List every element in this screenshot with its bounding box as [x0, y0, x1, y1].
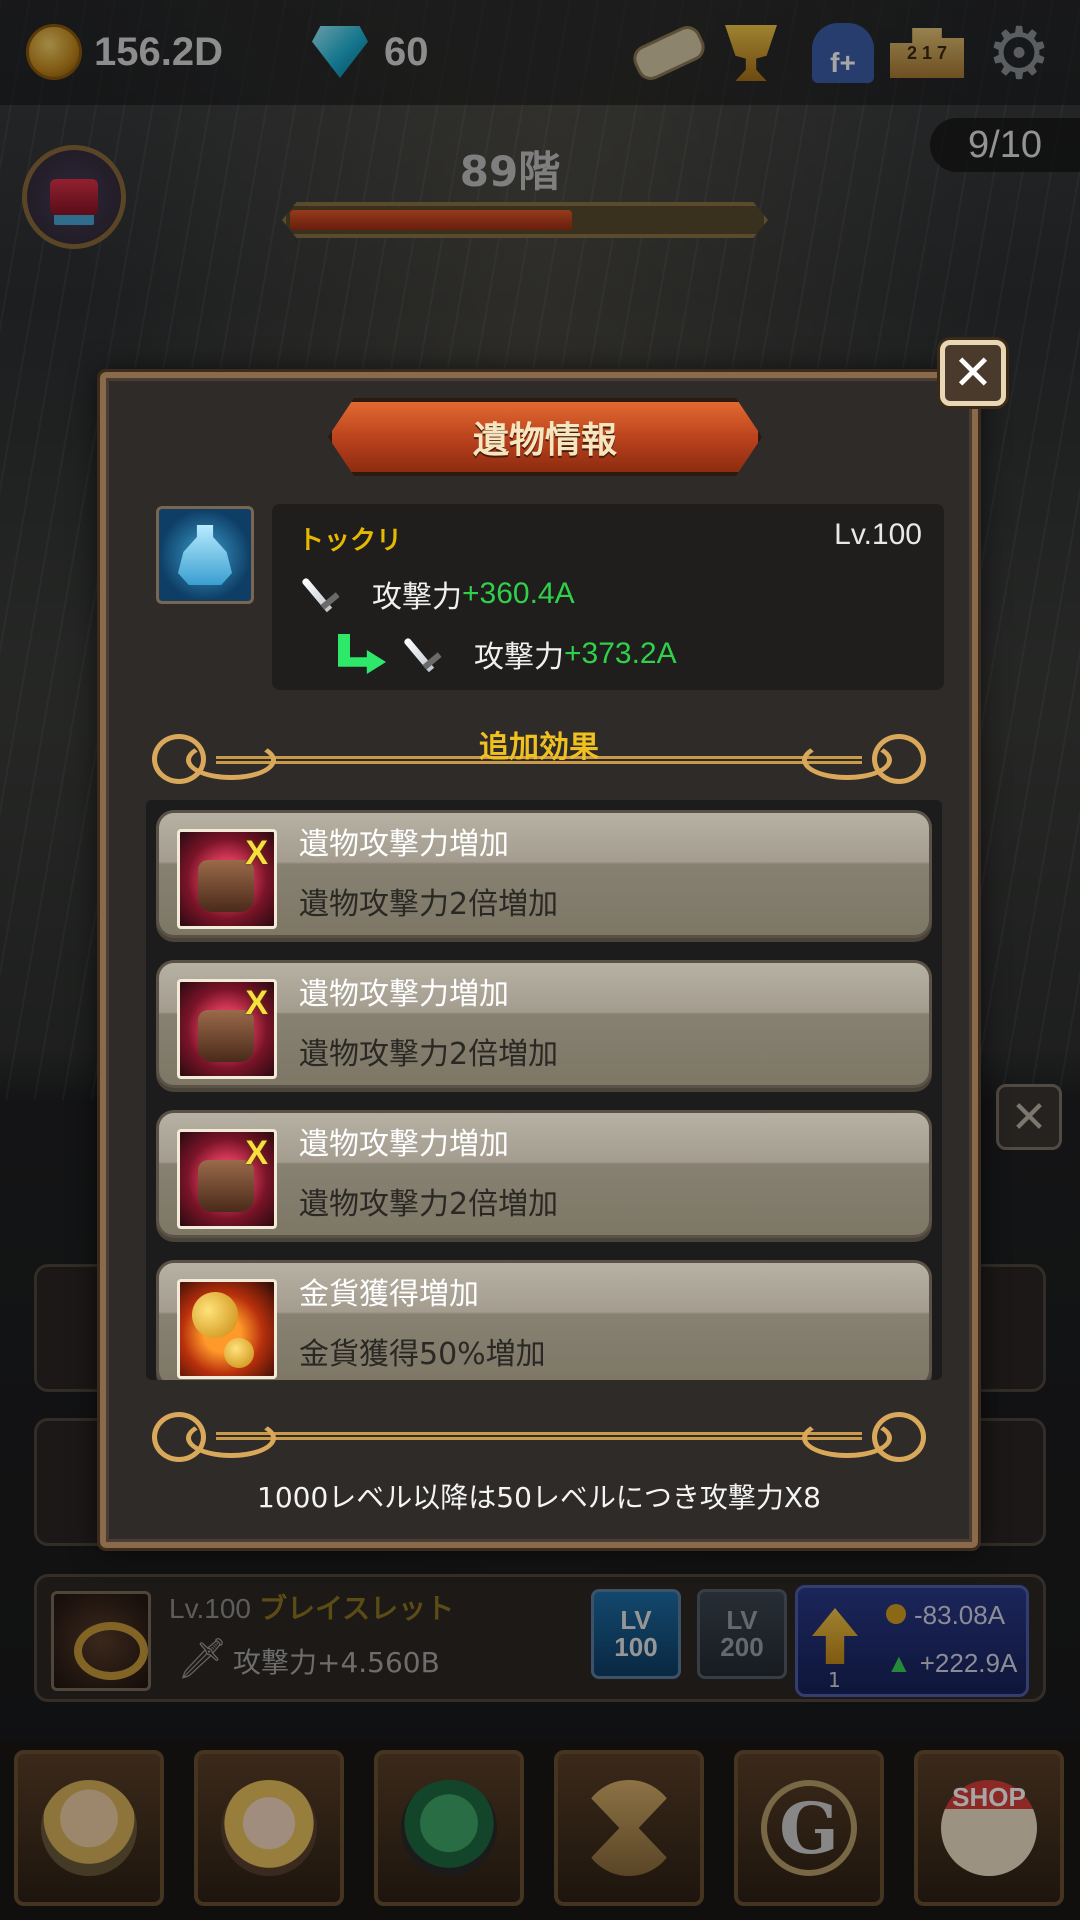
fist-icon — [177, 829, 277, 929]
effect-title: 遺物攻撃力増加 — [299, 1127, 509, 1162]
flourish-ornament-icon — [126, 1404, 286, 1462]
effect-card: 遺物攻撃力増加 遺物攻撃力2倍増加 — [156, 960, 932, 1088]
effect-title: 金貨獲得増加 — [299, 1277, 479, 1312]
section-title: 追加効果 — [479, 730, 599, 765]
fist-icon — [177, 979, 277, 1079]
current-stat-value: +360.4A — [462, 577, 575, 610]
effect-card: 金貨獲得増加 金貨獲得50%増加 — [156, 1260, 932, 1380]
next-level-stat: 攻撃力 +373.2A — [334, 630, 677, 678]
jug-shape — [178, 525, 232, 585]
relic-info-modal: 遺物情報 トックリ Lv.100 攻撃力 +360.4A 攻撃力 +373.2A 追… — [97, 369, 981, 1551]
next-arrow-icon — [334, 634, 386, 674]
effect-title: 遺物攻撃力増加 — [299, 977, 509, 1012]
next-stat-value: +373.2A — [564, 637, 677, 670]
flourish-ornament-icon — [792, 1404, 952, 1462]
relic-info-box: トックリ Lv.100 攻撃力 +360.4A 攻撃力 +373.2A — [272, 504, 944, 690]
divider — [216, 1432, 862, 1440]
current-stat-label: 攻撃力 — [372, 580, 462, 615]
effects-list[interactable]: 遺物攻撃力増加 遺物攻撃力2倍増加 遺物攻撃力増加 遺物攻撃力2倍増加 遺物攻撃… — [146, 800, 942, 1380]
next-stat-label: 攻撃力 — [474, 640, 564, 675]
effect-description: 遺物攻撃力2倍増加 — [299, 887, 559, 922]
gold-coin-icon — [177, 1279, 277, 1379]
relic-jug-icon — [156, 506, 254, 604]
effect-description: 金貨獲得50%増加 — [299, 1337, 546, 1372]
effect-description: 遺物攻撃力2倍増加 — [299, 1037, 559, 1072]
relic-name: トックリ — [298, 526, 403, 556]
effect-description: 遺物攻撃力2倍増加 — [299, 1187, 559, 1222]
effect-card: 遺物攻撃力増加 遺物攻撃力2倍増加 — [156, 810, 932, 938]
sword-icon — [408, 630, 456, 678]
relic-level: Lv.100 — [834, 518, 922, 551]
sword-icon — [306, 570, 354, 618]
close-button[interactable]: ✕ — [940, 340, 1006, 406]
current-stat: 攻撃力 +360.4A — [306, 570, 575, 618]
modal-title: 遺物情報 — [328, 398, 762, 476]
effect-card: 遺物攻撃力増加 遺物攻撃力2倍増加 — [156, 1110, 932, 1238]
effect-title: 遺物攻撃力増加 — [299, 827, 509, 862]
fist-icon — [177, 1129, 277, 1229]
additional-effects-header: 追加効果 — [126, 720, 952, 790]
bottom-ornament — [126, 1398, 952, 1468]
footer-note: 1000レベル以降は50レベルにつき攻撃力X8 — [257, 1481, 821, 1514]
